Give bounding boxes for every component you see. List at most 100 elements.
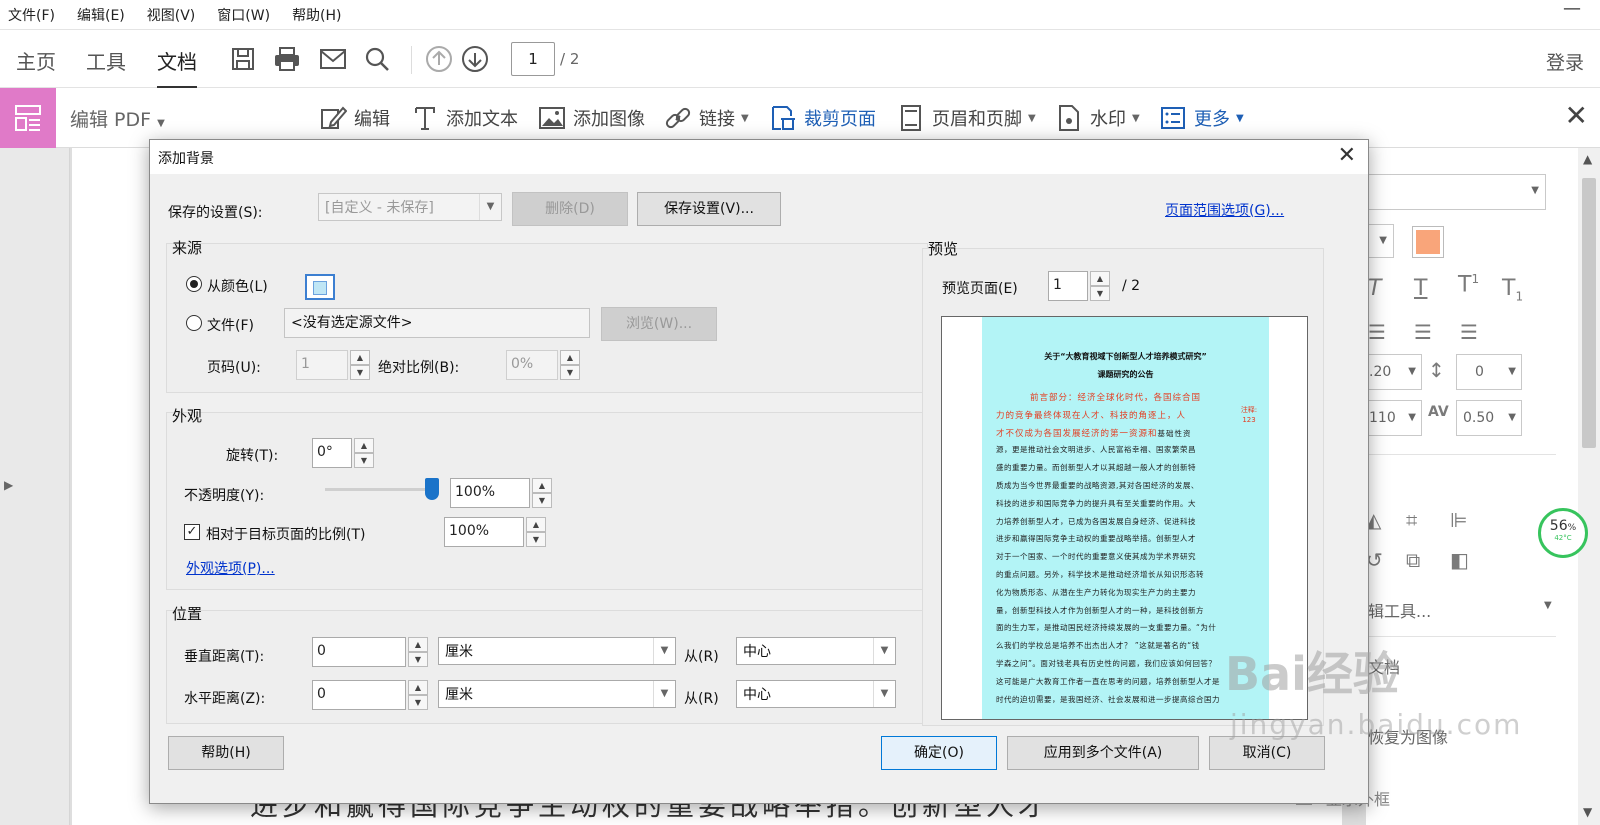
line-scale-select[interactable]: .20 ▼ bbox=[1366, 354, 1422, 390]
performance-widget[interactable]: 56% 42°C bbox=[1538, 508, 1588, 558]
spin-down-icon[interactable]: ▼ bbox=[408, 695, 428, 710]
edit-tool-button[interactable]: 编辑 bbox=[318, 100, 390, 136]
vertical-unit-select[interactable]: 厘米 ▼ bbox=[438, 637, 676, 665]
save-icon[interactable] bbox=[228, 44, 258, 74]
header-footer-dropdown-icon[interactable]: ▼ bbox=[1028, 113, 1036, 124]
crop-object-icon[interactable]: ⌗ bbox=[1406, 508, 1417, 532]
browse-button[interactable]: 浏览(W)... bbox=[601, 307, 717, 341]
spin-up-icon[interactable]: ▲ bbox=[1090, 271, 1110, 286]
expand-left-panel-icon[interactable]: ▶ bbox=[4, 478, 13, 492]
superscript-icon[interactable]: T1 bbox=[1458, 272, 1479, 297]
relative-scale-spinner[interactable]: 100% bbox=[444, 517, 524, 547]
watermark-dropdown-icon[interactable]: ▼ bbox=[1132, 113, 1140, 124]
spin-up-icon[interactable]: ▲ bbox=[532, 478, 552, 493]
menu-file[interactable]: 文件(F) bbox=[8, 5, 55, 25]
edit-tools-link[interactable]: 辑工具... bbox=[1368, 598, 1431, 622]
arrange-icon[interactable]: ◧ bbox=[1450, 548, 1469, 572]
underline-icon[interactable]: T bbox=[1414, 276, 1427, 301]
tab-tools[interactable]: 工具 bbox=[86, 46, 126, 75]
spin-up-icon[interactable]: ▲ bbox=[354, 438, 374, 453]
mail-icon[interactable] bbox=[318, 44, 348, 74]
menu-window[interactable]: 窗口(W) bbox=[217, 5, 270, 25]
background-color-picker[interactable] bbox=[305, 274, 335, 300]
page-number-spin-buttons[interactable]: ▲ ▼ bbox=[350, 350, 370, 380]
help-button[interactable]: 帮助(H) bbox=[168, 736, 284, 770]
link-dropdown-icon[interactable]: ▼ bbox=[741, 113, 749, 124]
horizontal-unit-select[interactable]: 厘米 ▼ bbox=[438, 680, 676, 708]
italic-icon[interactable]: T bbox=[1368, 276, 1381, 301]
next-page-icon[interactable] bbox=[460, 44, 490, 74]
spin-down-icon[interactable]: ▼ bbox=[350, 365, 370, 380]
ok-button[interactable]: 确定(O) bbox=[881, 736, 997, 770]
scroll-thumb[interactable] bbox=[1582, 178, 1596, 448]
spin-up-icon[interactable]: ▲ bbox=[350, 350, 370, 365]
horizontal-scale-select[interactable]: 110 ▼ bbox=[1366, 400, 1422, 436]
right-panel-scrollbar[interactable]: ▲ ▼ bbox=[1578, 148, 1600, 825]
spin-down-icon[interactable]: ▼ bbox=[408, 652, 428, 667]
absolute-scale-spinner[interactable]: 0% bbox=[506, 350, 558, 380]
horizontal-from-select[interactable]: 中心 ▼ bbox=[736, 680, 896, 708]
rotation-spin-buttons[interactable]: ▲ ▼ bbox=[354, 438, 374, 468]
spin-down-icon[interactable]: ▼ bbox=[354, 453, 374, 468]
vertical-from-select[interactable]: 中心 ▼ bbox=[736, 637, 896, 665]
previous-page-icon[interactable] bbox=[424, 44, 454, 74]
align-justify-icon[interactable]: ☰ bbox=[1460, 320, 1478, 344]
spin-down-icon[interactable]: ▼ bbox=[532, 493, 552, 508]
link-button[interactable]: 链接 ▼ bbox=[663, 100, 749, 136]
font-select[interactable]: ▼ bbox=[1366, 174, 1546, 210]
page-range-options-link[interactable]: 页面范围选项(G)... bbox=[1165, 200, 1284, 220]
from-color-radio[interactable] bbox=[186, 276, 202, 292]
watermark-button[interactable]: 水印 ▼ bbox=[1054, 100, 1140, 136]
menu-edit[interactable]: 编辑(E) bbox=[77, 5, 125, 25]
relative-scale-checkbox[interactable]: ✓ bbox=[184, 524, 200, 540]
page-number-input[interactable]: 1 bbox=[511, 42, 555, 76]
search-icon[interactable] bbox=[362, 44, 392, 74]
close-edit-icon[interactable]: ✕ bbox=[1565, 102, 1588, 130]
rotation-spinner[interactable]: 0° bbox=[312, 438, 352, 468]
scroll-down-icon[interactable]: ▼ bbox=[1583, 805, 1592, 819]
saved-settings-select[interactable]: [自定义 - 未保存] ▼ bbox=[318, 193, 502, 221]
align-center-icon[interactable]: ☰ bbox=[1368, 320, 1386, 344]
more-dropdown-icon[interactable]: ▼ bbox=[1236, 113, 1244, 124]
cancel-button[interactable]: 取消(C) bbox=[1209, 736, 1325, 770]
preview-page-spinner[interactable]: 1 bbox=[1048, 271, 1088, 301]
replace-image-icon[interactable]: ⧉ bbox=[1406, 548, 1420, 572]
window-minimize-button[interactable]: — bbox=[1544, 0, 1600, 24]
header-footer-button[interactable]: 页眉和页脚 ▼ bbox=[896, 100, 1036, 136]
spin-down-icon[interactable]: ▼ bbox=[526, 532, 546, 547]
spin-up-icon[interactable]: ▲ bbox=[526, 517, 546, 532]
subscript-icon[interactable]: T1 bbox=[1502, 276, 1523, 303]
align-right-icon[interactable]: ☰ bbox=[1414, 320, 1432, 344]
more-button[interactable]: 更多 ▼ bbox=[1158, 100, 1244, 136]
relative-scale-spin-buttons[interactable]: ▲ ▼ bbox=[526, 517, 546, 547]
line-spacing-select[interactable]: 0 ▼ bbox=[1456, 354, 1522, 390]
horizontal-distance-spin-buttons[interactable]: ▲ ▼ bbox=[408, 680, 428, 710]
align-objects-icon[interactable]: ⊫ bbox=[1450, 508, 1467, 532]
appearance-options-link[interactable]: 外观选项(P)... bbox=[186, 558, 275, 578]
apply-to-multiple-files-button[interactable]: 应用到多个文件(A) bbox=[1007, 736, 1199, 770]
spin-down-icon[interactable]: ▼ bbox=[560, 365, 580, 380]
absolute-scale-spin-buttons[interactable]: ▲ ▼ bbox=[560, 350, 580, 380]
menu-help[interactable]: 帮助(H) bbox=[292, 5, 341, 25]
font-size-select[interactable]: ▼ bbox=[1366, 224, 1394, 258]
scroll-up-icon[interactable]: ▲ bbox=[1583, 152, 1592, 166]
source-file-field[interactable]: <没有选定源文件> bbox=[284, 308, 590, 338]
print-icon[interactable] bbox=[272, 44, 302, 74]
page-number-spinner[interactable]: 1 bbox=[296, 350, 348, 380]
dialog-close-icon[interactable]: ✕ bbox=[1338, 143, 1356, 168]
spin-up-icon[interactable]: ▲ bbox=[408, 637, 428, 652]
tab-document[interactable]: 文档 bbox=[157, 46, 197, 89]
opacity-slider-thumb[interactable] bbox=[425, 478, 439, 500]
save-settings-button[interactable]: 保存设置(V)... bbox=[637, 192, 781, 226]
add-text-button[interactable]: 添加文本 bbox=[410, 100, 518, 136]
edit-tools-dropdown-icon[interactable]: ▼ bbox=[1544, 600, 1552, 611]
edit-pdf-tool-icon[interactable] bbox=[0, 88, 56, 148]
login-button[interactable]: 登录 bbox=[1546, 48, 1584, 75]
delete-button[interactable]: 删除(D) bbox=[512, 192, 628, 226]
vertical-distance-spin-buttons[interactable]: ▲ ▼ bbox=[408, 637, 428, 667]
menu-view[interactable]: 视图(V) bbox=[147, 5, 196, 25]
vertical-distance-spinner[interactable]: 0 bbox=[312, 637, 406, 667]
opacity-slider-track[interactable] bbox=[325, 488, 435, 491]
tab-home[interactable]: 主页 bbox=[16, 46, 56, 75]
spin-down-icon[interactable]: ▼ bbox=[1090, 286, 1110, 301]
